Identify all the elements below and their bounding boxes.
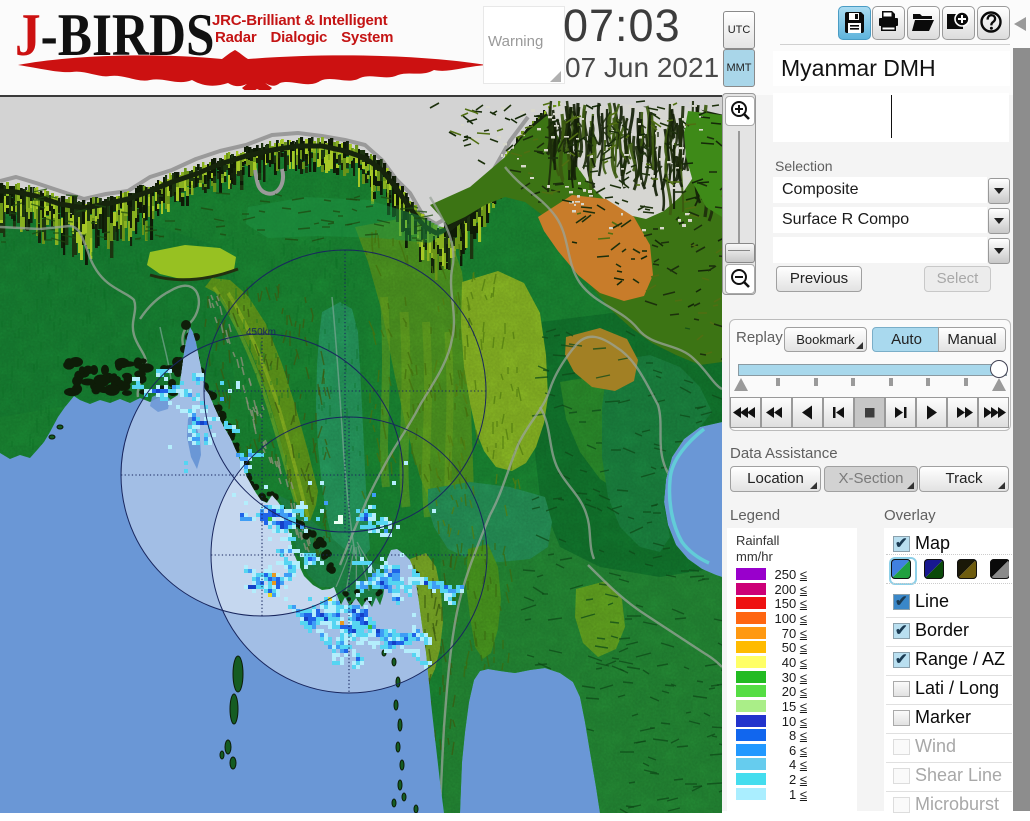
svg-text:450km: 450km: [246, 327, 276, 338]
